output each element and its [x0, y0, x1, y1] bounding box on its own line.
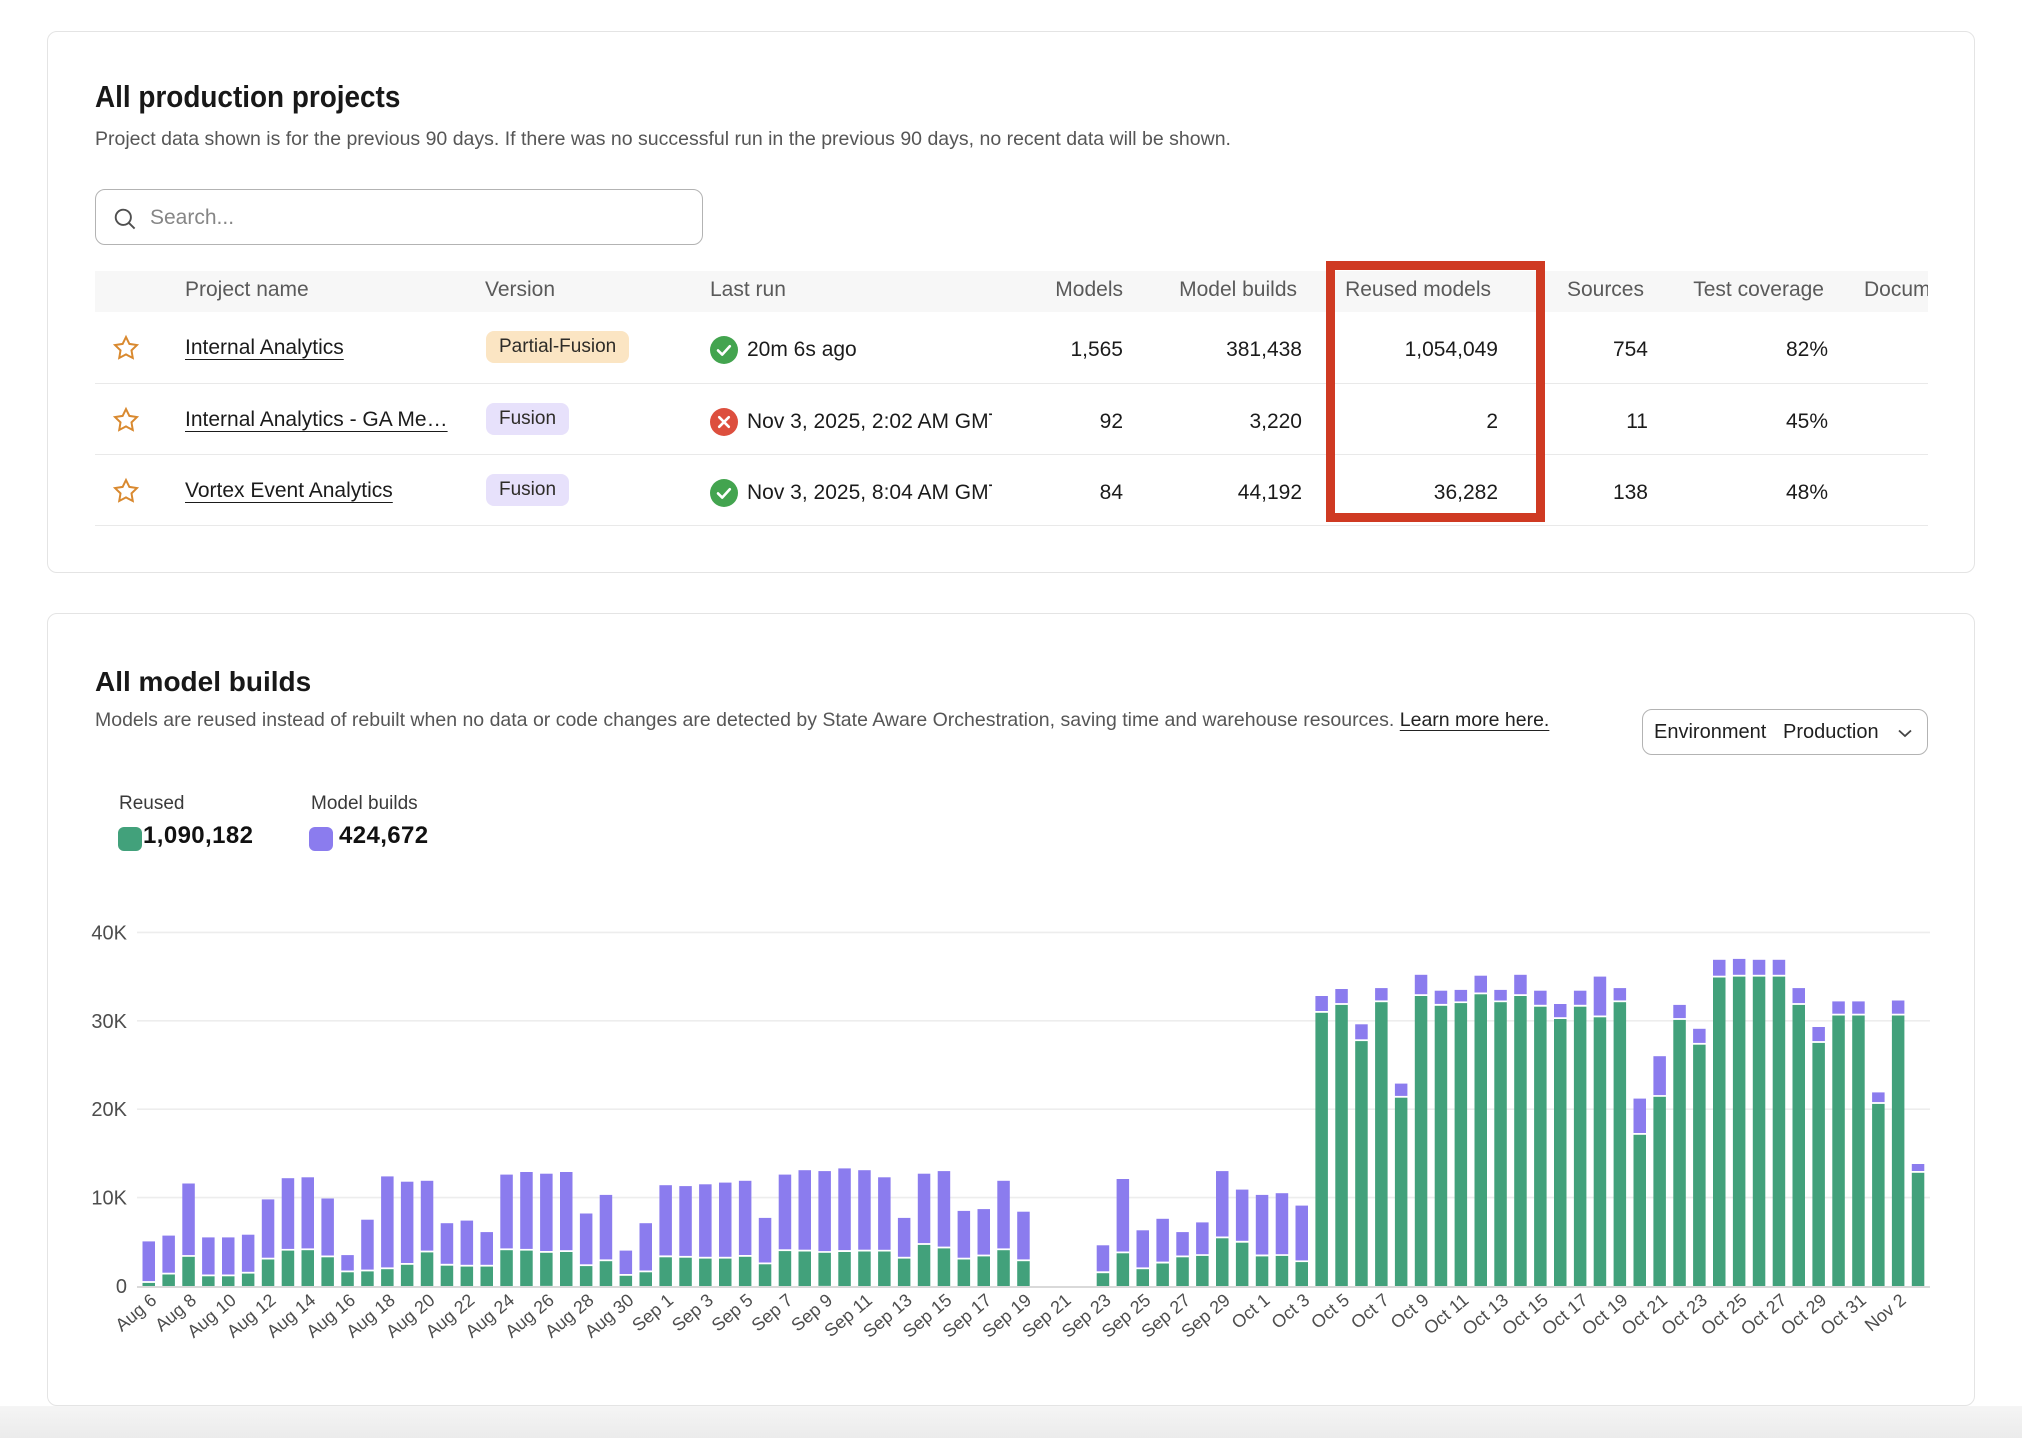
svg-text:Sep 7: Sep 7: [748, 1290, 797, 1336]
svg-text:Oct 7: Oct 7: [1347, 1290, 1393, 1333]
svg-text:40K: 40K: [91, 922, 127, 944]
svg-text:Oct 3: Oct 3: [1268, 1290, 1314, 1333]
svg-text:Nov 2: Nov 2: [1861, 1290, 1910, 1336]
svg-text:Sep 5: Sep 5: [708, 1290, 757, 1336]
svg-text:10K: 10K: [91, 1188, 127, 1210]
svg-text:Oct 1: Oct 1: [1228, 1290, 1274, 1333]
svg-text:Sep 3: Sep 3: [668, 1290, 717, 1336]
svg-text:0: 0: [116, 1276, 127, 1298]
svg-text:Oct 31: Oct 31: [1816, 1290, 1869, 1339]
svg-text:Oct 5: Oct 5: [1307, 1290, 1353, 1333]
svg-text:30K: 30K: [91, 1011, 127, 1033]
svg-text:20K: 20K: [91, 1099, 127, 1121]
svg-text:Sep 1: Sep 1: [628, 1290, 677, 1336]
